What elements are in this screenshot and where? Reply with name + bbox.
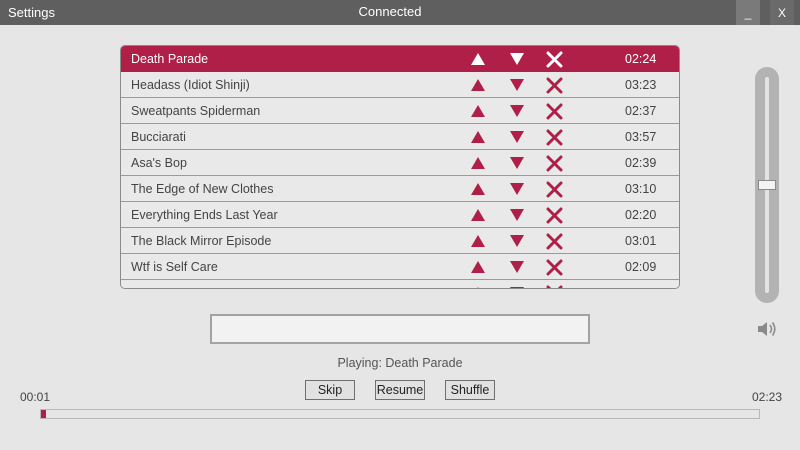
track-title: The Black Mirror Episode	[131, 234, 272, 248]
x-icon[interactable]	[546, 207, 563, 224]
playlist-row[interactable]	[121, 280, 679, 289]
triangle-up-icon[interactable]	[470, 156, 486, 170]
track-duration: 02:24	[625, 52, 657, 66]
track-duration: 02:09	[625, 260, 657, 274]
triangle-up-icon[interactable]	[470, 78, 486, 92]
speaker-icon[interactable]	[756, 319, 778, 339]
triangle-down-icon[interactable]	[509, 208, 525, 222]
triangle-down-icon[interactable]	[509, 260, 525, 274]
playlist-row[interactable]: The Edge of New Clothes 03:10	[121, 176, 679, 202]
triangle-down-icon[interactable]	[509, 130, 525, 144]
triangle-up-icon[interactable]	[470, 182, 486, 196]
playlist-row[interactable]: Headass (Idiot Shinji) 03:23	[121, 72, 679, 98]
total-time: 02:23	[752, 390, 783, 404]
triangle-down-icon[interactable]	[509, 156, 525, 170]
playlist-row[interactable]: Wtf is Self Care 02:09	[121, 254, 679, 280]
triangle-up-icon[interactable]	[470, 260, 486, 274]
track-title: Bucciarati	[131, 130, 186, 144]
x-icon[interactable]	[546, 155, 563, 172]
seek-bar-fill	[41, 410, 46, 418]
track-duration: 02:20	[625, 208, 657, 222]
triangle-up-icon[interactable]	[470, 130, 486, 144]
triangle-up-icon[interactable]	[470, 208, 486, 222]
triangle-up-icon[interactable]	[470, 104, 486, 118]
track-duration: 02:37	[625, 104, 657, 118]
track-duration: 03:10	[625, 182, 657, 196]
playlist-row[interactable]: The Black Mirror Episode 03:01	[121, 228, 679, 254]
shuffle-button[interactable]: Shuffle	[445, 380, 495, 400]
track-duration: 03:01	[625, 234, 657, 248]
playlist[interactable]: Death Parade 02:24 Headass (Idiot Shinji) 0…	[120, 45, 680, 289]
track-title: Death Parade	[131, 52, 209, 66]
x-icon[interactable]	[546, 181, 563, 198]
minimize-button[interactable]: _	[736, 0, 760, 25]
track-duration: 03:23	[625, 78, 657, 92]
search-input[interactable]	[210, 314, 590, 344]
triangle-down-icon[interactable]	[509, 286, 525, 289]
x-icon[interactable]	[546, 129, 563, 146]
triangle-up-icon[interactable]	[470, 286, 486, 289]
track-title: Headass (Idiot Shinji)	[131, 78, 250, 92]
playlist-row[interactable]: Everything Ends Last Year 02:20	[121, 202, 679, 228]
close-button[interactable]: X	[770, 0, 794, 25]
track-title: Everything Ends Last Year	[131, 208, 278, 222]
x-icon[interactable]	[546, 285, 563, 289]
x-icon[interactable]	[546, 77, 563, 94]
x-icon[interactable]	[546, 259, 563, 276]
triangle-down-icon[interactable]	[509, 234, 525, 248]
playlist-row[interactable]: Bucciarati 03:57	[121, 124, 679, 150]
triangle-down-icon[interactable]	[509, 182, 525, 196]
now-playing-label: Playing: Death Parade	[337, 356, 463, 370]
track-duration: 02:39	[625, 156, 657, 170]
volume-slider-thumb[interactable]	[758, 180, 776, 190]
x-icon[interactable]	[546, 51, 563, 68]
x-icon[interactable]	[546, 103, 563, 120]
x-icon[interactable]	[546, 233, 563, 250]
track-title: Sweatpants Spiderman	[131, 104, 261, 118]
track-duration: 03:57	[625, 130, 657, 144]
seek-bar[interactable]	[40, 409, 760, 419]
triangle-up-icon[interactable]	[470, 52, 486, 66]
volume-slider[interactable]	[755, 67, 779, 303]
playlist-row[interactable]: Death Parade 02:24	[121, 46, 679, 72]
track-title: Wtf is Self Care	[131, 260, 218, 274]
resume-button[interactable]: Resume	[375, 380, 425, 400]
triangle-down-icon[interactable]	[509, 52, 525, 66]
playlist-row[interactable]: Asa's Bop 02:39	[121, 150, 679, 176]
track-title: The Edge of New Clothes	[131, 182, 274, 196]
track-title: Asa's Bop	[131, 156, 187, 170]
elapsed-time: 00:01	[20, 390, 51, 404]
connection-status: Connected	[358, 4, 422, 19]
skip-button[interactable]: Skip	[305, 380, 355, 400]
triangle-down-icon[interactable]	[509, 78, 525, 92]
playlist-row[interactable]: Sweatpants Spiderman 02:37	[121, 98, 679, 124]
triangle-down-icon[interactable]	[509, 104, 525, 118]
triangle-up-icon[interactable]	[470, 234, 486, 248]
title-bar: Settings Connected _ X	[0, 0, 800, 25]
